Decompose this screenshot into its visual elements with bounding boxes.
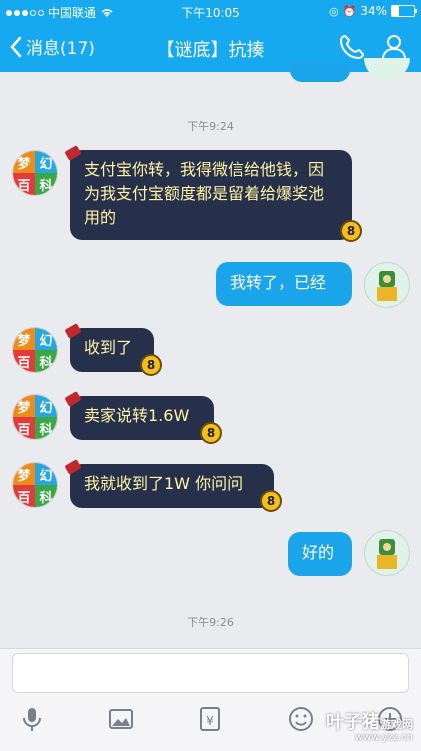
avatar-glyph: 梦: [13, 328, 35, 350]
timestamp: 下午9:24: [187, 120, 234, 133]
badge-icon: 8: [200, 422, 222, 444]
message-text: 好的: [302, 543, 335, 562]
avatar-glyph: 百: [13, 417, 35, 439]
input-bar: ¥ 叶子猪游戏网 www.yzz.cn: [0, 648, 421, 751]
avatar-glyph: 科: [35, 173, 57, 195]
avatar-glyph: 科: [35, 485, 57, 507]
message-bubble[interactable]: 卖家说转1.6W: [70, 396, 214, 440]
message-text: 卖家说转1.6W: [84, 406, 190, 425]
avatar-other[interactable]: 梦 幻 百 科: [12, 462, 58, 508]
avatar-other[interactable]: 梦 幻 百 科: [12, 150, 58, 196]
avatar-other[interactable]: 梦 幻 百 科: [12, 394, 58, 440]
status-bar: 中国联通 下午10:05 ◎ ⏰ 34%: [0, 0, 421, 22]
avatar-glyph: 科: [35, 350, 57, 372]
avatar-glyph: 幻: [35, 328, 57, 350]
badge-icon: 8: [340, 220, 362, 242]
watermark-url: www.yzz.cn: [354, 732, 413, 743]
avatar-self[interactable]: [364, 262, 410, 308]
red-packet-icon[interactable]: ¥: [196, 705, 224, 733]
watermark-sub: 游戏网: [380, 718, 413, 731]
previous-avatar: [364, 58, 410, 80]
phone-icon[interactable]: [337, 32, 367, 62]
avatar-glyph: 梦: [13, 463, 35, 485]
avatar-glyph: 幻: [35, 463, 57, 485]
watermark-text: 叶子猪: [326, 712, 380, 733]
message-bubble[interactable]: 我转了，已经: [216, 262, 352, 306]
message-bubble[interactable]: 我就收到了1W 你问问: [70, 464, 274, 508]
user-figure-icon: [377, 271, 397, 301]
alarm-icon: ⏰: [342, 4, 357, 18]
badge-icon: 8: [140, 354, 162, 376]
avatar-glyph: 幻: [35, 395, 57, 417]
message-text: 我转了，已经: [230, 273, 327, 292]
message-text: 支付宝你转，我得微信给他钱，因为我支付宝额度都是留着给爆奖池用的: [84, 160, 325, 227]
timestamp: 下午9:26: [187, 616, 234, 629]
top-bar: 中国联通 下午10:05 ◎ ⏰ 34% 消息(17) 【谜底】抗揍: [0, 0, 421, 72]
image-icon[interactable]: [107, 705, 135, 733]
message-bubble[interactable]: 好的: [288, 532, 352, 576]
avatar-glyph: 梦: [13, 395, 35, 417]
avatar-self[interactable]: [364, 530, 410, 576]
battery-percent: 34%: [360, 4, 387, 18]
avatar-glyph: 百: [13, 350, 35, 372]
message-text: 我就收到了1W 你问问: [84, 474, 244, 493]
user-figure-icon: [377, 539, 397, 569]
chat-area[interactable]: 下午9:24 梦 幻 百 科 支付宝你转，我得微信给他钱，因为我支付宝额度都是留…: [0, 58, 421, 648]
badge-icon: 8: [260, 490, 282, 512]
avatar-other[interactable]: 梦 幻 百 科: [12, 327, 58, 373]
previous-bubble: [290, 62, 350, 82]
watermark: 叶子猪游戏网 www.yzz.cn: [326, 708, 413, 743]
avatar-glyph: 百: [13, 173, 35, 195]
emoji-icon[interactable]: [287, 705, 315, 733]
avatar-glyph: 幻: [35, 151, 57, 173]
message-bubble[interactable]: 支付宝你转，我得微信给他钱，因为我支付宝额度都是留着给爆奖池用的: [70, 150, 352, 240]
avatar-glyph: 百: [13, 485, 35, 507]
battery-icon: [391, 5, 417, 17]
message-text: 收到了: [84, 338, 133, 357]
nav-bar: 消息(17) 【谜底】抗揍: [0, 30, 421, 68]
message-input[interactable]: [12, 653, 409, 693]
avatar-glyph: 梦: [13, 151, 35, 173]
svg-text:¥: ¥: [206, 714, 214, 728]
avatar-glyph: 科: [35, 417, 57, 439]
lock-rotation-icon: ◎: [329, 4, 339, 18]
microphone-icon[interactable]: [18, 705, 46, 733]
